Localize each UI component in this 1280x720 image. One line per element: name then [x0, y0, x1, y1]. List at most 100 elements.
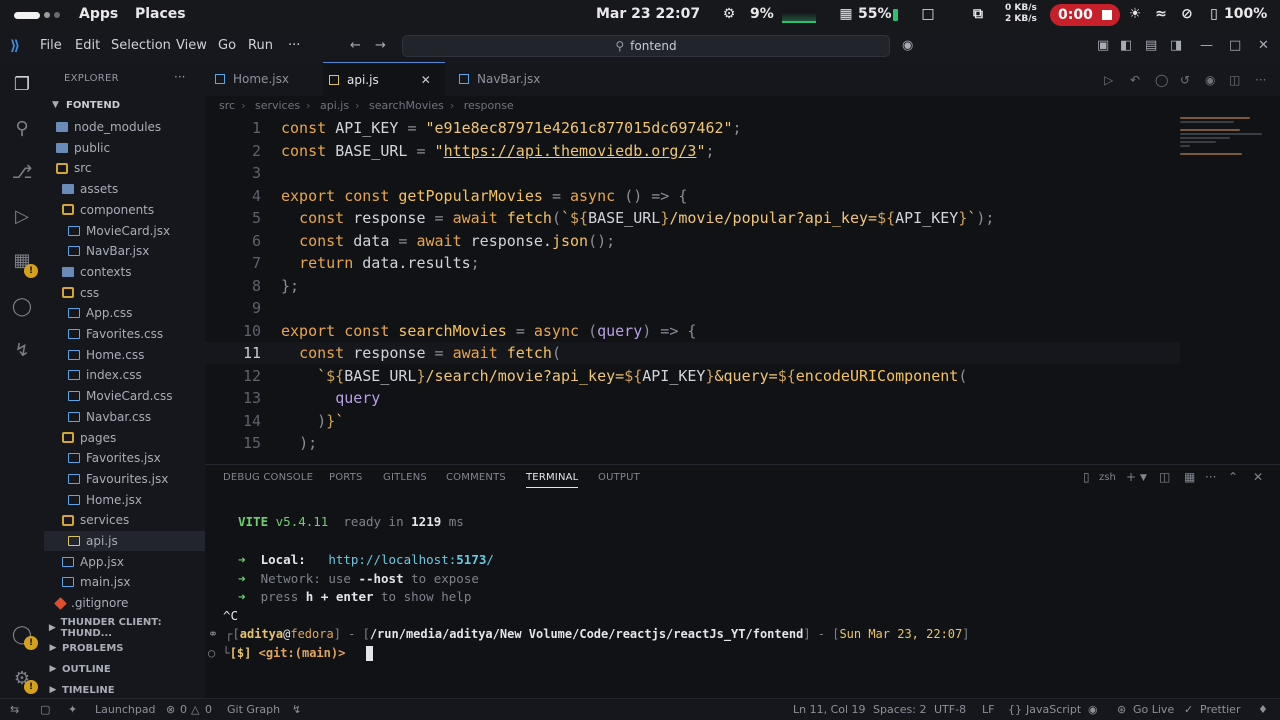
section-timeline[interactable]: ▶ TIMELINE — [44, 680, 205, 700]
encoding[interactable]: UTF-8 — [934, 703, 966, 716]
clock[interactable]: Mar 23 22:07 — [596, 6, 700, 22]
copilot-status-icon[interactable]: ◉ — [1088, 703, 1098, 716]
code-line[interactable]: 15 ); — [205, 432, 1180, 454]
screen-recording-indicator[interactable]: 0:00 — [1050, 4, 1120, 26]
menu-go[interactable]: Go — [218, 38, 236, 53]
more-actions-icon[interactable]: ··· — [1205, 470, 1216, 484]
notifications-bell-icon[interactable]: ♦ — [1258, 703, 1268, 716]
forward-arrow-icon[interactable]: → — [375, 38, 386, 53]
menu-view[interactable]: View — [176, 38, 207, 53]
tab-api-js[interactable]: api.js ✕ — [323, 62, 445, 96]
prettier-button[interactable]: Prettier — [1200, 703, 1240, 716]
explorer-item[interactable]: contexts — [44, 262, 205, 282]
explorer-item[interactable]: components — [44, 200, 205, 220]
tab-debug-console[interactable]: DEBUG CONSOLE — [223, 472, 313, 483]
explorer-item[interactable]: Favorites.css — [44, 324, 205, 344]
bluetooth-off-icon[interactable]: ⊘ — [1179, 6, 1195, 22]
breadcrumb-item[interactable]: src — [219, 99, 235, 112]
toggle-panel-icon[interactable]: ▤ — [1145, 38, 1157, 53]
source-control-icon[interactable]: ⎇ — [10, 160, 34, 184]
code-line[interactable]: 11 const response = await fetch( — [205, 342, 1180, 364]
tab-comments[interactable]: COMMENTS — [446, 472, 506, 483]
tab-ports[interactable]: PORTS — [329, 472, 363, 483]
close-tab-icon[interactable]: ✕ — [421, 73, 431, 87]
code-line[interactable]: 10 export const searchMovies = async (que… — [205, 320, 1180, 342]
code-line[interactable]: 2 const BASE_URL = "https://api.themovied… — [205, 140, 1180, 162]
menu-edit[interactable]: Edit — [75, 38, 100, 53]
explorer-item[interactable]: pages — [44, 428, 205, 448]
tab-output[interactable]: OUTPUT — [598, 472, 640, 483]
tab-gitlens[interactable]: GITLENS — [383, 472, 427, 483]
section-thunder-client[interactable]: ▶ THUNDER CLIENT: THUND... — [44, 617, 205, 639]
code-line[interactable]: 8}; — [205, 275, 1180, 297]
breadcrumb-item[interactable]: services — [255, 99, 300, 112]
breadcrumb-item[interactable]: api.js — [320, 99, 349, 112]
errors-icon[interactable]: ⊗ — [166, 703, 175, 716]
explorer-item[interactable]: Favourites.jsx — [44, 469, 205, 489]
code-line[interactable]: 13 query — [205, 387, 1180, 409]
close-window-icon[interactable]: ✕ — [1258, 38, 1269, 53]
toggle-sidebar-icon[interactable]: ◧ — [1120, 38, 1132, 53]
explorer-item[interactable]: api.js — [44, 531, 205, 551]
warnings-count[interactable]: 0 — [205, 703, 212, 716]
explorer-item[interactable]: index.css — [44, 365, 205, 385]
cursor-position[interactable]: Ln 11, Col 19 — [793, 703, 866, 716]
minimap[interactable] — [1180, 117, 1265, 177]
launchpad-button[interactable]: Launchpad — [95, 703, 156, 716]
end-of-line[interactable]: LF — [982, 703, 994, 716]
explorer-root-folder[interactable]: ▼ FONTEND — [44, 95, 205, 115]
timeline-icon[interactable]: ◯ — [1155, 73, 1168, 87]
section-outline[interactable]: ▶ OUTLINE — [44, 659, 205, 679]
terminal-dropdown-icon[interactable]: ▼ — [1140, 473, 1147, 483]
explorer-item[interactable]: assets — [44, 179, 205, 199]
apps-menu[interactable]: Apps — [79, 6, 118, 22]
compare-icon[interactable]: ↺ — [1180, 73, 1190, 87]
tab-home-jsx[interactable]: Home.jsx — [215, 62, 323, 96]
search-icon[interactable]: ⚲ — [10, 116, 34, 140]
remote-indicator-icon[interactable]: ⇆ — [10, 703, 19, 716]
explorer-item[interactable]: public — [44, 138, 205, 158]
workspace-indicator[interactable] — [44, 12, 50, 18]
explorer-item[interactable]: services — [44, 510, 205, 530]
run-debug-icon[interactable]: ▷ — [10, 204, 34, 228]
menu-more[interactable]: ··· — [288, 38, 300, 53]
split-terminal-icon[interactable]: ◫ — [1159, 470, 1170, 484]
explorer-item[interactable]: NavBar.jsx — [44, 241, 205, 261]
indentation[interactable]: Spaces: 2 — [873, 703, 926, 716]
gitlens-icon[interactable]: ◉ — [1205, 73, 1215, 87]
command-center-search[interactable]: ⚲ fontend — [402, 35, 890, 57]
explorer-item[interactable]: MovieCard.jsx — [44, 221, 205, 241]
explorer-item[interactable]: App.jsx — [44, 552, 205, 572]
back-arrow-icon[interactable]: ← — [350, 38, 361, 53]
warnings-icon[interactable]: △ — [191, 703, 199, 716]
explorer-item[interactable]: Home.jsx — [44, 490, 205, 510]
code-line[interactable]: 6 const data = await response.json(); — [205, 230, 1180, 252]
code-line[interactable]: 4 export const getPopularMovies = async (… — [205, 185, 1180, 207]
errors-count[interactable]: 0 — [180, 703, 187, 716]
customize-layout-icon[interactable]: ▣ — [1097, 38, 1109, 53]
open-folder-icon[interactable]: ▢ — [40, 703, 50, 716]
breadcrumb-item[interactable]: searchMovies — [369, 99, 444, 112]
tab-terminal[interactable]: TERMINAL — [526, 472, 579, 488]
remote-explorer-icon[interactable]: ◯ — [10, 294, 34, 318]
launchpad-icon[interactable]: ✦ — [68, 703, 77, 716]
explorer-item[interactable]: MovieCard.css — [44, 386, 205, 406]
explorer-item[interactable]: src — [44, 158, 205, 178]
explorer-item[interactable]: Home.css — [44, 345, 205, 365]
explorer-more-actions[interactable]: ··· — [174, 70, 185, 84]
run-file-icon[interactable]: ▷ — [1104, 73, 1113, 87]
maximize-panel-icon[interactable]: ⌃ — [1228, 470, 1238, 484]
breadcrumb-item[interactable]: response — [464, 99, 514, 112]
explorer-item[interactable]: App.css — [44, 303, 205, 323]
close-panel-icon[interactable]: ✕ — [1253, 470, 1263, 484]
code-line[interactable]: 1 const API_KEY = "e91e8ec87971e4261c8770… — [205, 117, 1180, 139]
more-actions-icon[interactable]: ··· — [1255, 73, 1266, 87]
copilot-icon[interactable]: ◉ — [902, 38, 913, 53]
terminal-shell-name[interactable]: zsh — [1099, 472, 1116, 483]
menu-run[interactable]: Run — [248, 38, 273, 53]
go-back-icon[interactable]: ↶ — [1130, 73, 1140, 87]
maximize-window-icon[interactable]: □ — [1229, 38, 1241, 53]
explorer-item[interactable]: Navbar.css — [44, 407, 205, 427]
minimize-window-icon[interactable]: — — [1200, 38, 1213, 53]
menu-file[interactable]: File — [40, 38, 62, 53]
